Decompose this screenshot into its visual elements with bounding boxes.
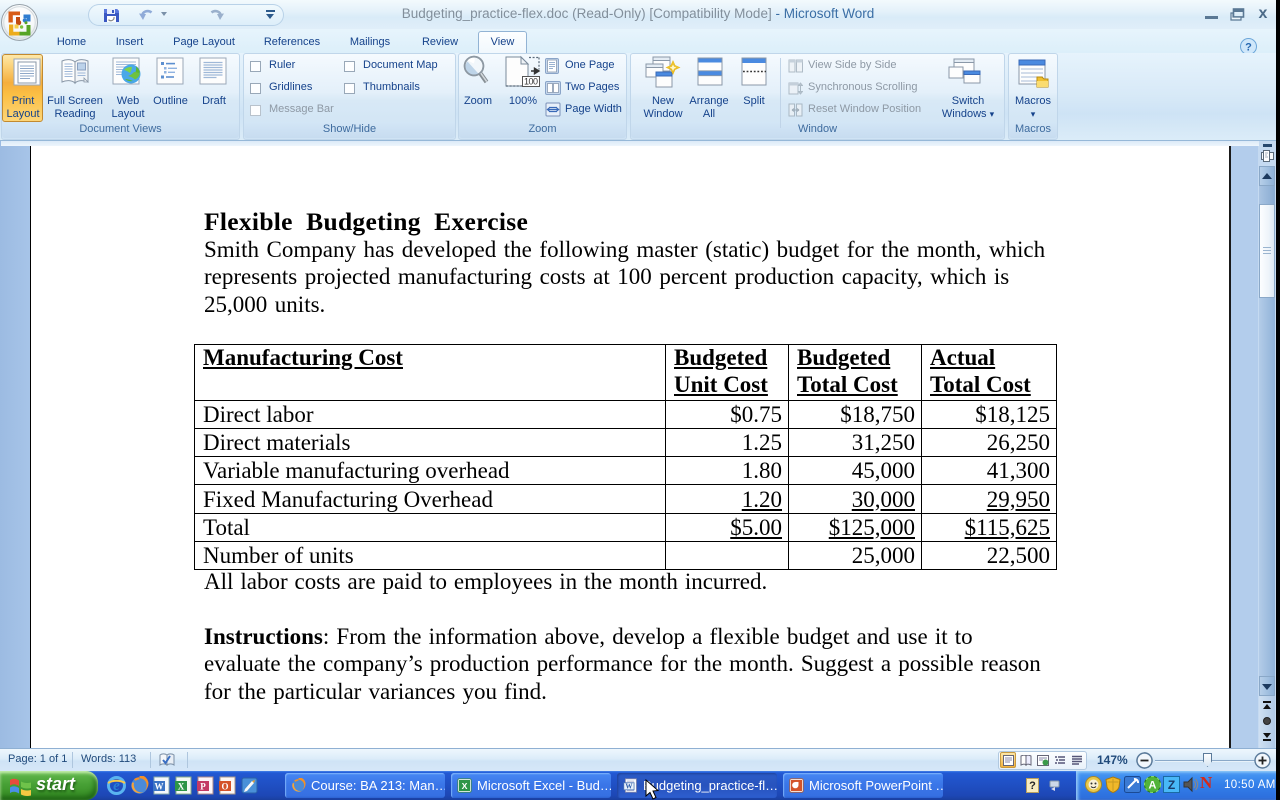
svg-text:X: X	[462, 781, 468, 791]
svg-text:O: O	[221, 782, 228, 792]
svg-text:100: 100	[524, 77, 538, 87]
svg-text:P: P	[200, 782, 206, 792]
svg-text:Z: Z	[1168, 778, 1175, 792]
svg-text:?: ?	[1245, 42, 1252, 54]
svg-text:A: A	[1149, 780, 1157, 792]
svg-text:X: X	[178, 782, 185, 792]
svg-text:W: W	[155, 782, 164, 792]
svg-text:W: W	[625, 783, 632, 791]
